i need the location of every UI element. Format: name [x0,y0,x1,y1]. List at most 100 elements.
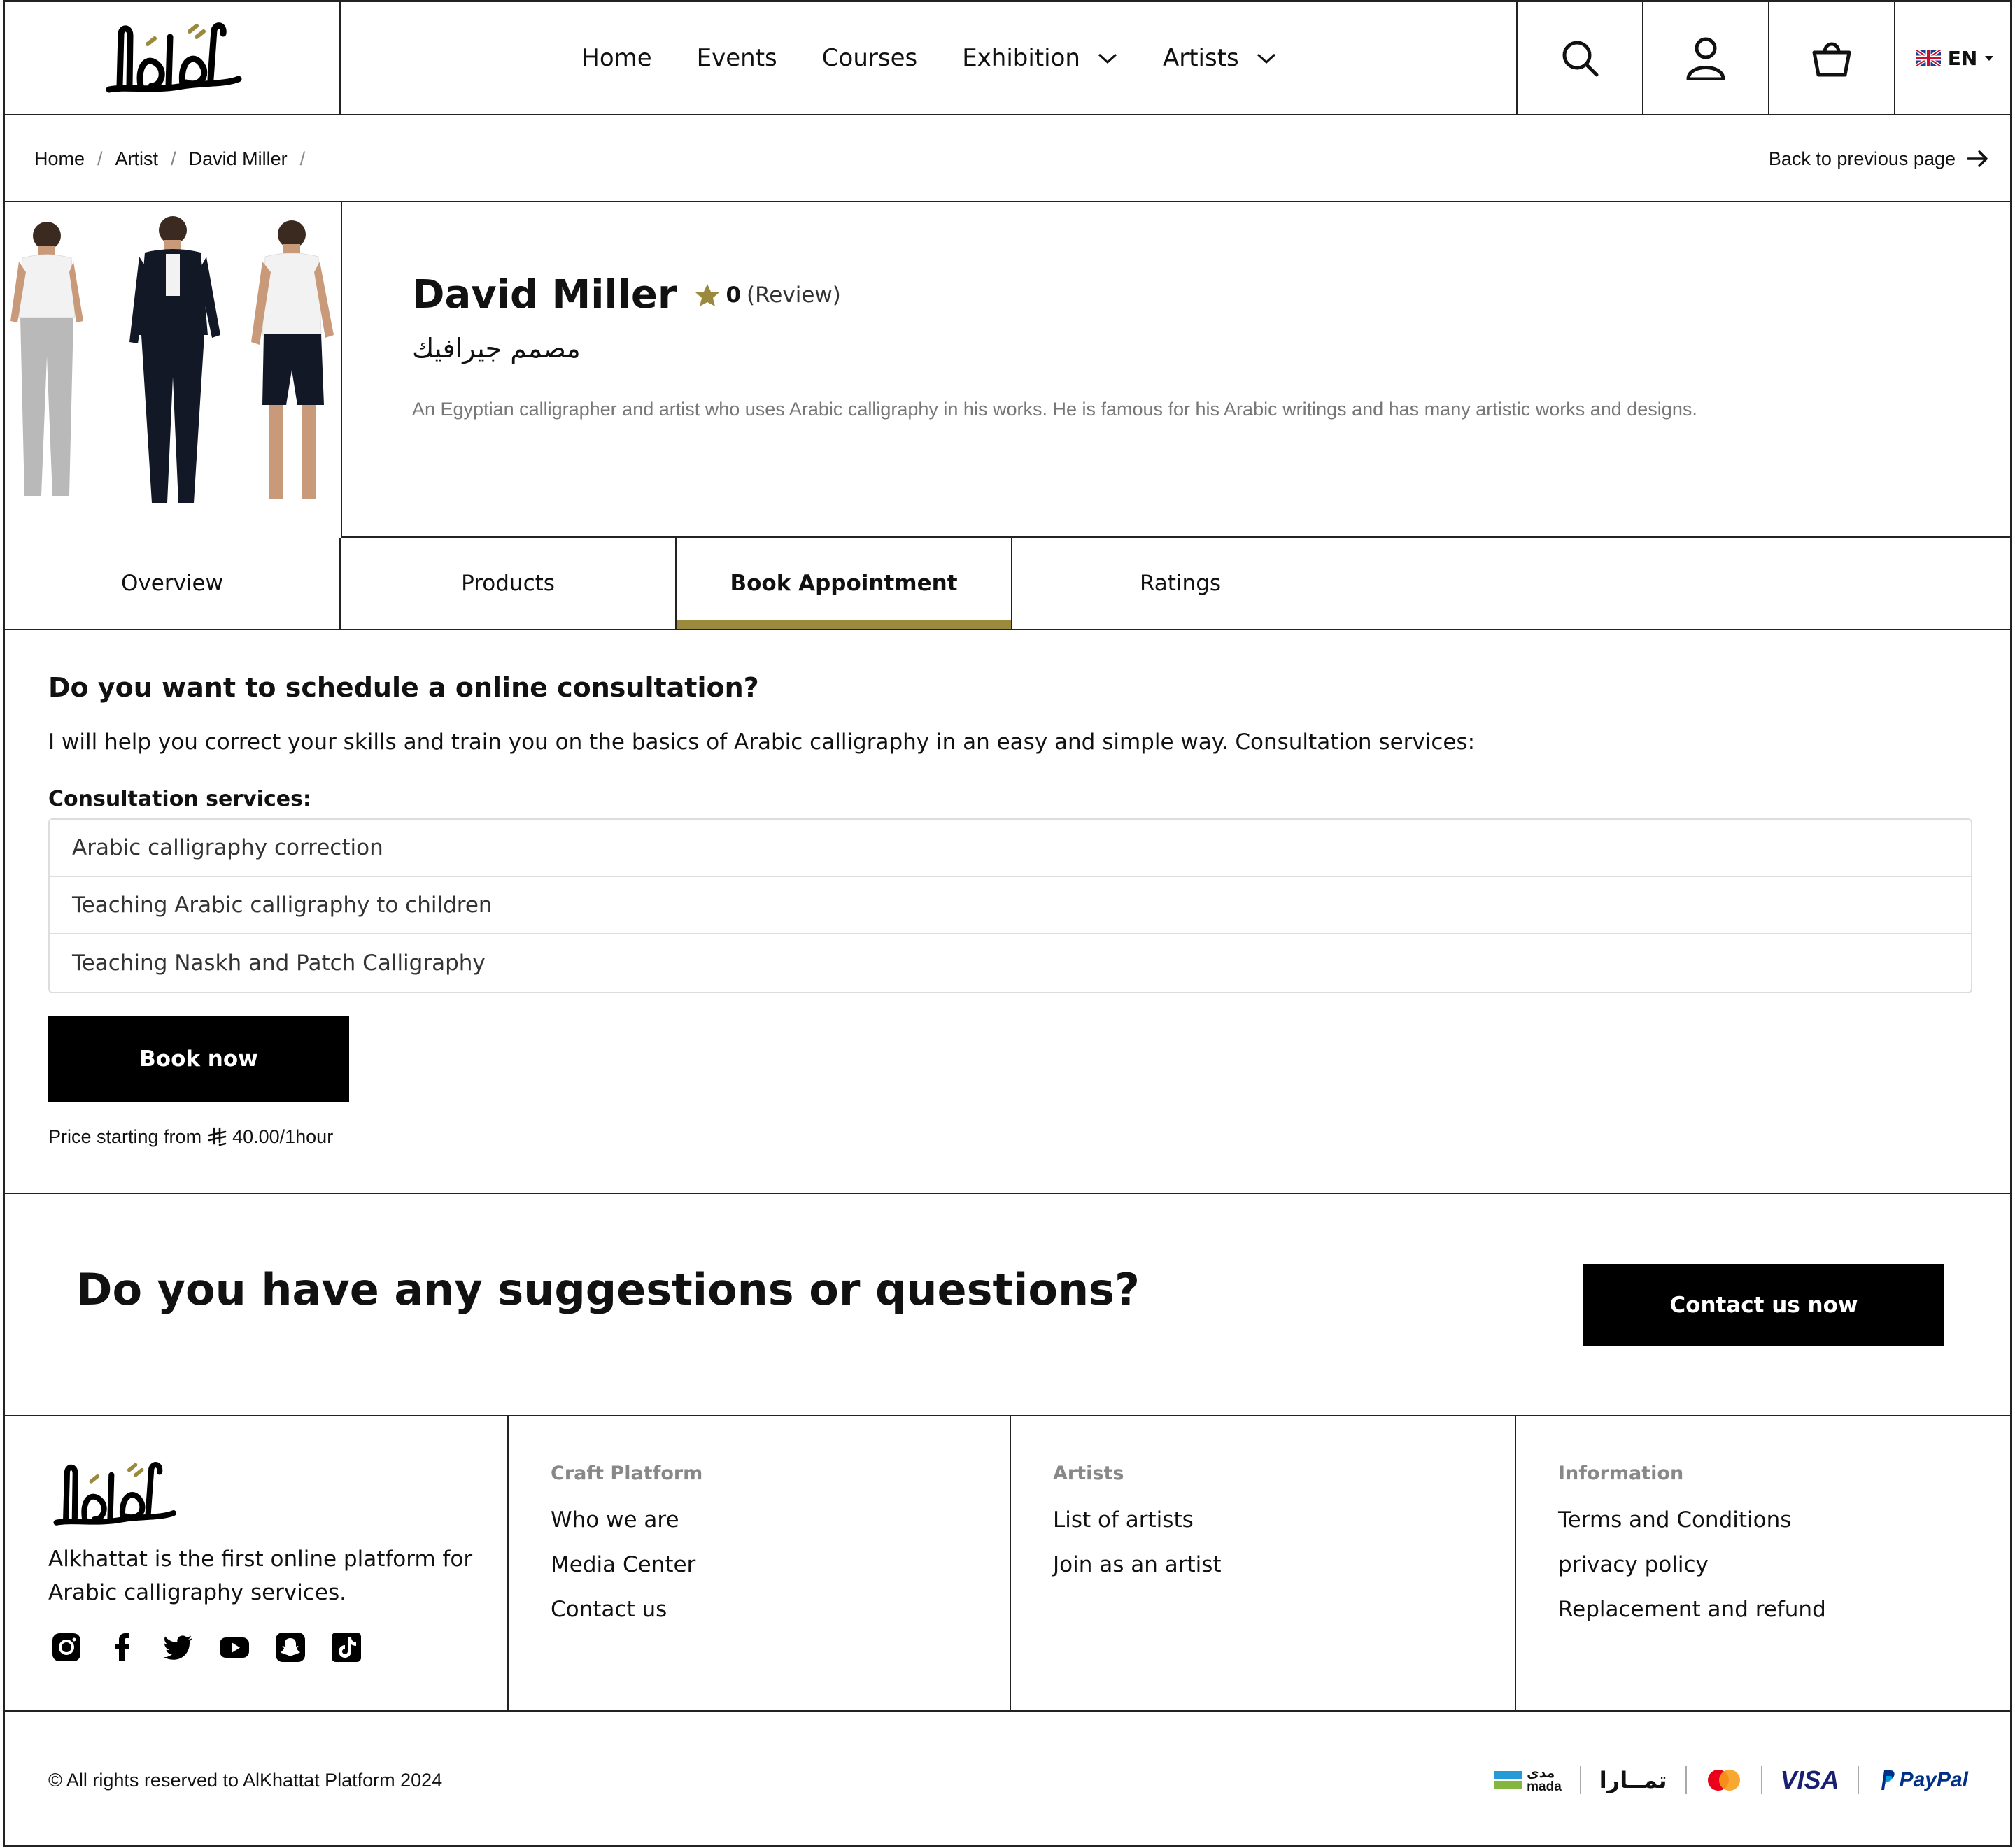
footer-link-privacy[interactable]: privacy policy [1558,1552,1826,1577]
nav-artists-label: Artists [1162,44,1239,72]
book-now-button[interactable]: Book now [48,1016,349,1102]
chevron-down-icon [1257,53,1275,64]
artist-profile: David Miller 0 (Review) مصمم جيرافيك An … [5,202,2010,538]
footer-link-contact-us[interactable]: Contact us [551,1597,695,1622]
appointment-section: Do you want to schedule a online consult… [48,672,1972,1148]
language-label: EN [1947,46,1978,70]
breadcrumb-current: David Miller [188,148,288,169]
caret-down-icon [1985,56,1994,61]
paypal-logo: PayPal [1877,1768,1968,1792]
nav-events[interactable]: Events [697,44,777,72]
list-item: Teaching Naskh and Patch Calligraphy [72,951,486,976]
breadcrumb-artist[interactable]: Artist [115,148,159,170]
social-links [51,1632,362,1663]
riyal-icon [208,1127,227,1146]
footer-link-media-center[interactable]: Media Center [551,1552,695,1577]
nav-exhibition[interactable]: Exhibition [962,44,1118,72]
appointment-heading: Do you want to schedule a online consult… [48,672,759,703]
search-button[interactable] [1516,2,1642,114]
nav-events-label: Events [696,44,777,72]
visa-logo: VISA [1780,1765,1839,1794]
tab-book-appointment-label: Book Appointment [730,571,958,596]
main-nav: Home Events Courses Exhibition Artists [341,2,1518,114]
copyright-text: © All rights reserved to AlKhattat Platf… [48,1769,443,1791]
contact-banner: Do you have any suggestions or questions… [5,1193,2010,1416]
tiktok-icon[interactable] [331,1632,362,1663]
footer-column-artists: Artists List of artists Join as an artis… [1011,1416,1516,1710]
breadcrumb: Home / Artist / David Miller / [34,115,318,202]
services-list: Arabic calligraphy correction Teaching A… [48,818,1972,993]
divider [1685,1766,1687,1794]
nav-home-label: Home [581,44,652,72]
language-selector[interactable]: EN [1894,2,2014,114]
footer-column-heading: Craft Platform [551,1463,703,1484]
arrow-right-icon [1967,150,1988,167]
list-item: Arabic calligraphy correction [50,820,1971,877]
profile-tabs: Overview Products Book Appointment Ratin… [5,538,2010,630]
nav-home[interactable]: Home [581,44,651,72]
tab-overview-label: Overview [121,571,223,596]
footer-link-who-we-are[interactable]: Who we are [551,1507,695,1533]
artist-description: An Egyptian calligrapher and artist who … [412,399,1697,420]
account-button[interactable] [1642,2,1768,114]
breadcrumb-separator: / [97,148,103,169]
artist-rating: 0 (Review) [695,282,841,308]
site-footer: Alkhattat is the first online platform f… [5,1416,2010,1712]
footer-logo[interactable] [47,1456,180,1535]
twitter-icon[interactable] [163,1632,194,1663]
nav-artists[interactable]: Artists [1163,44,1277,72]
tab-overview[interactable]: Overview [5,538,341,629]
footer-column-craft-platform: Craft Platform Who we are Media Center C… [509,1416,1011,1710]
mada-label: mada [1527,1779,1562,1794]
star-icon [695,283,720,306]
rating-label: (Review) [747,282,841,308]
cart-button[interactable] [1768,2,1894,114]
footer-link-list-of-artists[interactable]: List of artists [1053,1507,1222,1533]
tab-book-appointment[interactable]: Book Appointment [677,538,1012,629]
nav-courses-label: Courses [821,44,918,72]
tab-ratings-label: Ratings [1139,571,1222,596]
mada-logo: مدى mada [1494,1766,1562,1794]
snapchat-icon[interactable] [275,1632,306,1663]
logo[interactable] [5,2,341,114]
breadcrumb-separator: / [171,148,176,169]
chevron-down-icon [1098,53,1117,64]
artist-name: David Miller [412,272,677,318]
breadcrumb-bar: Home / Artist / David Miller / Back to p… [5,115,2010,202]
contact-us-button[interactable]: Contact us now [1583,1264,1944,1346]
divider [1760,1766,1762,1794]
nav-exhibition-label: Exhibition [962,44,1080,72]
tab-ratings[interactable]: Ratings [1012,538,1348,629]
mada-icon [1494,1771,1523,1789]
tamara-logo: تمــارا [1599,1767,1667,1793]
payment-methods: مدى mada تمــارا VISA PayPal [1494,1712,1968,1848]
footer-link-refund[interactable]: Replacement and refund [1558,1597,1826,1622]
mada-arabic-label: مدى [1527,1765,1555,1781]
mastercard-icon [1707,1770,1740,1791]
youtube-icon[interactable] [219,1632,250,1663]
bottom-bar: © All rights reserved to AlKhattat Platf… [5,1712,2010,1848]
footer-link-join-as-artist[interactable]: Join as an artist [1053,1552,1222,1577]
paypal-icon [1881,1770,1895,1790]
footer-column-heading: Information [1558,1463,1684,1484]
instagram-icon[interactable] [51,1632,82,1663]
footer-link-terms[interactable]: Terms and Conditions [1558,1507,1826,1533]
alkhattat-logo-icon [106,22,242,93]
facebook-icon[interactable] [107,1632,138,1663]
list-item: Teaching Arabic calligraphy to children [50,877,1971,934]
back-link[interactable]: Back to previous page [1769,115,1989,202]
appointment-lead: I will help you correct your skills and … [48,730,1476,755]
artist-info: David Miller 0 (Review) مصمم جيرافيك An … [412,272,1951,420]
artist-title: مصمم جيرافيك [412,333,581,364]
nav-courses[interactable]: Courses [822,44,917,72]
back-label: Back to previous page [1768,148,1956,169]
rating-value: 0 [726,282,742,308]
uk-flag-icon [1915,50,1941,66]
tab-products[interactable]: Products [341,538,677,629]
shopping-bag-icon [1812,42,1851,77]
site-header: Home Events Courses Exhibition Artists E… [5,2,2010,115]
footer-about-text: Alkhattat is the first online platform f… [48,1547,473,1605]
price-value: 40.00/1hour [232,1126,334,1147]
breadcrumb-home[interactable]: Home [34,148,85,170]
breadcrumb-separator: / [299,148,306,169]
